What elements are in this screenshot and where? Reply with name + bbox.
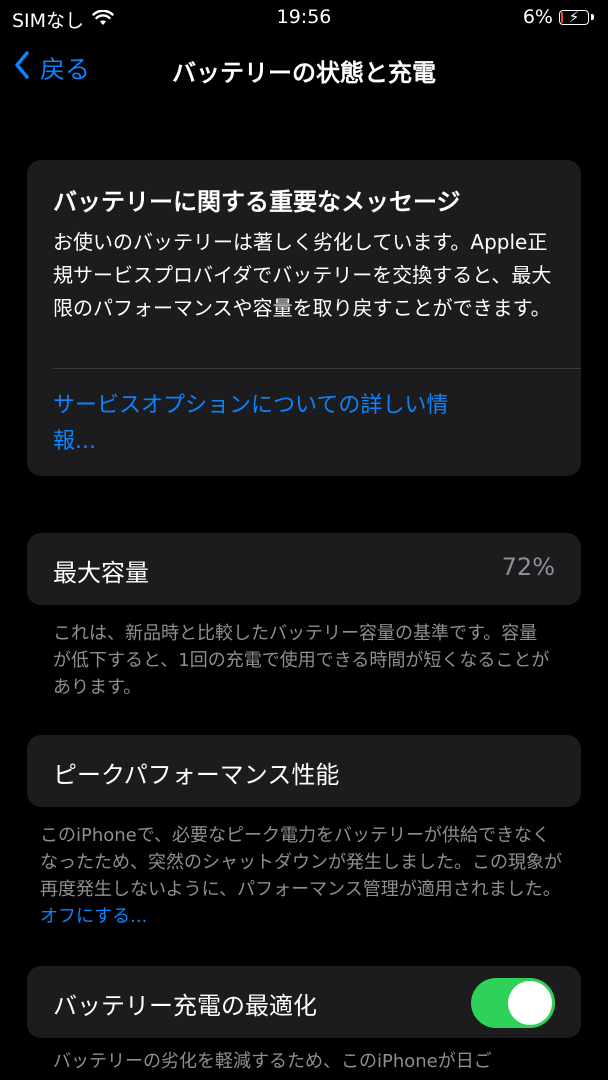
navigation-bar: 戻る バッテリーの状態と充電 [0, 40, 608, 96]
maximum-capacity-row: 最大容量 72% [27, 533, 581, 605]
optimized-charging-toggle[interactable] [471, 978, 555, 1028]
capacity-value: 72% [501, 553, 555, 581]
status-bar: SIMなし 19:56 6% ⚡ [0, 0, 608, 36]
toggle-knob [508, 981, 552, 1025]
status-time: 19:56 [276, 6, 332, 28]
divider [53, 368, 581, 369]
service-options-link[interactable]: サービスオプションについての詳しい情報... [53, 388, 473, 460]
optimized-charging-row: バッテリー充電の最適化 [27, 966, 581, 1038]
turn-off-link[interactable]: オフにする... [40, 906, 147, 927]
optimized-charging-footnote: バッテリーの劣化を軽減するため、このiPhoneが日ご [53, 1051, 492, 1072]
battery-message-card: バッテリーに関する重要なメッセージ お使いのバッテリーは著しく劣化しています。A… [27, 160, 581, 476]
battery-charging-icon: ⚡ [559, 7, 589, 26]
capacity-label: 最大容量 [53, 559, 149, 587]
status-right: 6% ⚡ [523, 6, 594, 28]
capacity-footnote: これは、新品時と比較したバッテリー容量の基準です。容量が低下すると、1回の充電で… [53, 623, 550, 698]
charging-bolt-icon: ⚡ [568, 7, 580, 26]
message-body: お使いのバッテリーは著しく劣化しています。Apple正規サービスプロバイダでバッ… [53, 230, 552, 320]
peak-performance-footnote: このiPhoneで、必要なピーク電力をバッテリーが供給できなくなったため、突然の… [40, 822, 568, 930]
peak-performance-row: ピークパフォーマンス性能 [27, 735, 581, 807]
message-title: バッテリーに関する重要なメッセージ [53, 188, 461, 216]
optimized-charging-label: バッテリー充電の最適化 [53, 992, 317, 1020]
battery-tip [591, 14, 594, 20]
peak-performance-label: ピークパフォーマンス性能 [53, 761, 340, 789]
page-title: バッテリーの状態と充電 [172, 59, 436, 87]
peak-footnote-text: このiPhoneで、必要なピーク電力をバッテリーが供給できなくなったため、突然の… [40, 825, 562, 900]
battery-percent: 6% [522, 6, 553, 28]
